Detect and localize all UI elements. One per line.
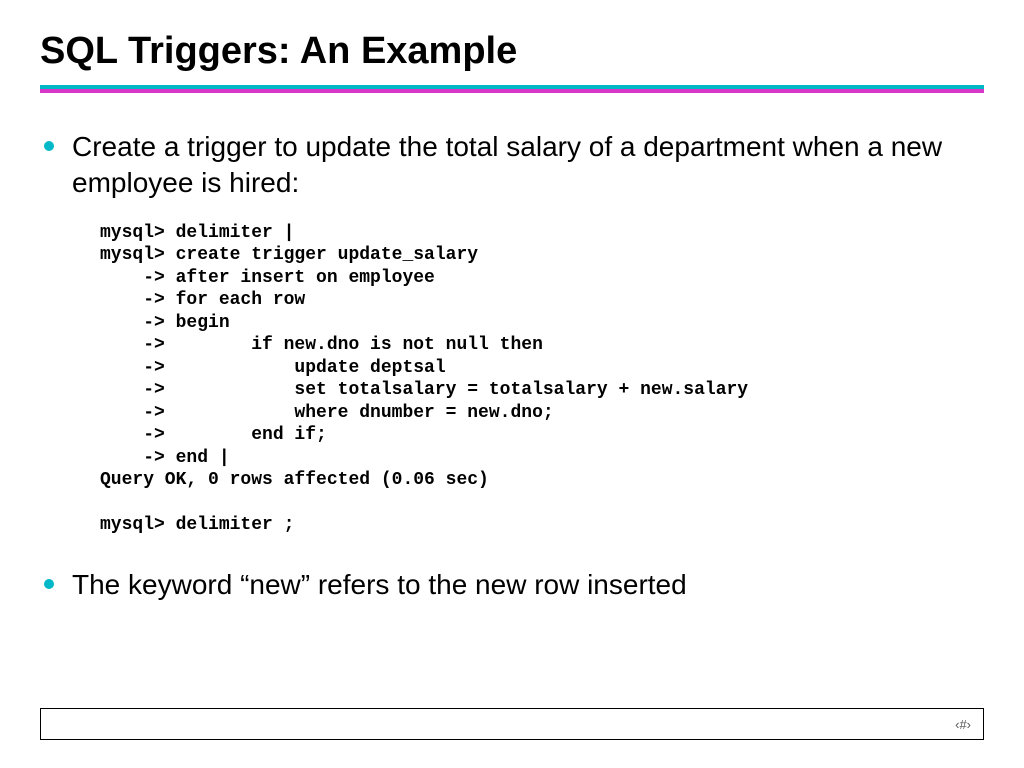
title-divider — [40, 85, 984, 93]
bullet-item: The keyword “new” refers to the new row … — [40, 567, 984, 603]
bullet-text: Create a trigger to update the total sal… — [72, 129, 984, 202]
bullet-dot-icon — [44, 141, 54, 151]
bullet-item: Create a trigger to update the total sal… — [40, 129, 984, 202]
page-number: ‹#› — [955, 717, 971, 732]
bullet-text: The keyword “new” refers to the new row … — [72, 567, 687, 603]
code-block: mysql> delimiter | mysql> create trigger… — [100, 222, 984, 537]
slide-container: SQL Triggers: An Example Create a trigge… — [0, 0, 1024, 603]
slide-title: SQL Triggers: An Example — [40, 30, 984, 73]
bullet-dot-icon — [44, 579, 54, 589]
footer-box: ‹#› — [40, 708, 984, 740]
